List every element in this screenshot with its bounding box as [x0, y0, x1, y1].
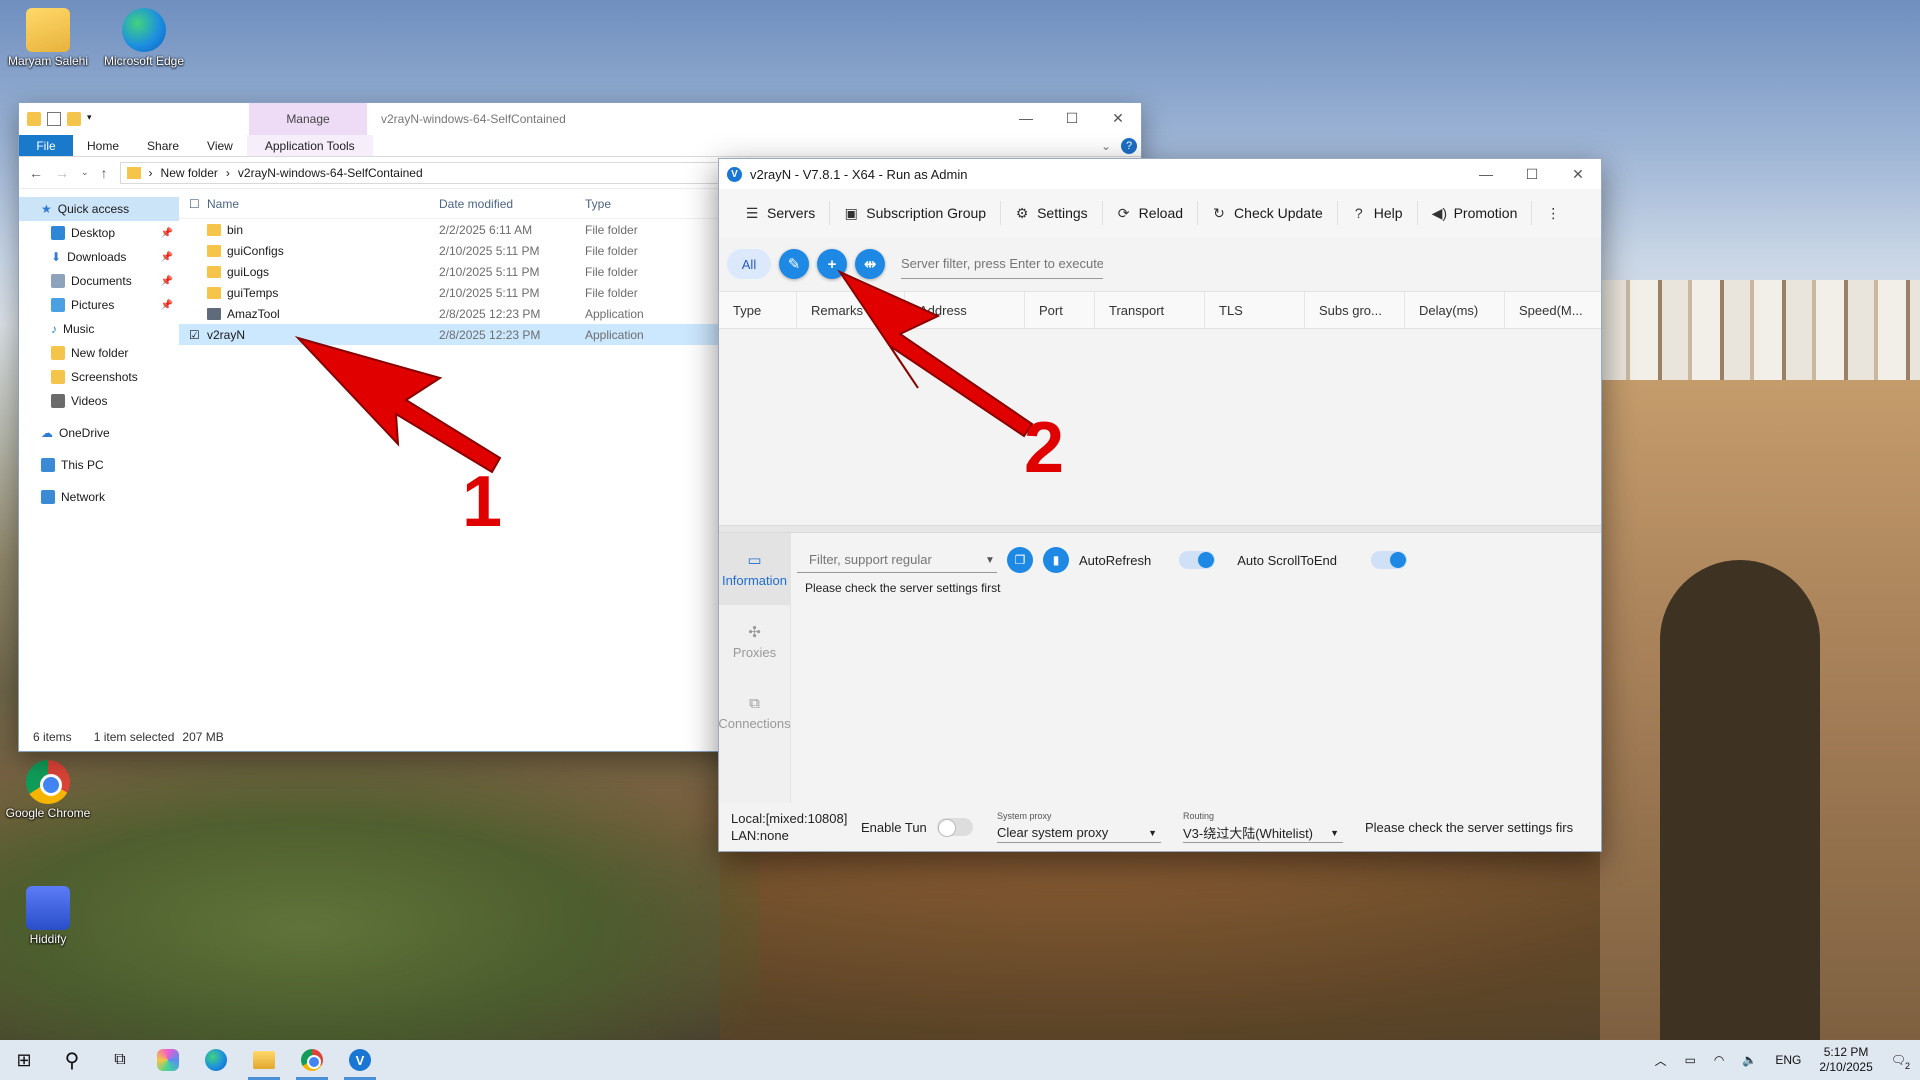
annotation-arrows — [294, 269, 1034, 474]
taskbar-chrome[interactable] — [288, 1040, 336, 1080]
taskbar-copilot[interactable] — [144, 1040, 192, 1080]
taskbar-file-explorer[interactable] — [240, 1040, 288, 1080]
battery-icon[interactable]: ▭ — [1685, 1053, 1696, 1067]
clock-date: 2/10/2025 — [1819, 1060, 1873, 1074]
edge-icon — [205, 1049, 227, 1071]
notification-count: 2 — [1904, 1061, 1910, 1071]
taskbar: ⊞ ⚲ ⧉ V ︿ ▭ ◠ 🔈 ENG 5:12 PM 2/10/2025 🗨 … — [0, 1040, 1920, 1080]
annotation-number-2: 2 — [1024, 408, 1065, 488]
clock[interactable]: 5:12 PM 2/10/2025 — [1819, 1045, 1872, 1075]
windows-logo-icon: ⊞ — [16, 1049, 32, 1070]
arrow-2 — [837, 269, 1034, 438]
task-view-button[interactable]: ⧉ — [96, 1040, 144, 1080]
notification-button[interactable]: 🗨 2 — [1890, 1053, 1910, 1071]
file-explorer-icon — [253, 1051, 275, 1069]
volume-icon[interactable]: 🔈 — [1742, 1053, 1757, 1067]
wifi-icon[interactable]: ◠ — [1714, 1053, 1724, 1067]
task-view-icon: ⧉ — [114, 1051, 126, 1068]
system-tray: ︿ ▭ ◠ 🔈 ENG 5:12 PM 2/10/2025 🗨 2 — [1655, 1045, 1920, 1075]
search-button[interactable]: ⚲ — [48, 1040, 96, 1080]
chevron-up-icon[interactable]: ︿ — [1655, 1052, 1667, 1069]
annotation-number-1: 1 — [462, 462, 503, 542]
clock-time: 5:12 PM — [1823, 1045, 1869, 1059]
start-button[interactable]: ⊞ — [0, 1040, 48, 1080]
language-indicator[interactable]: ENG — [1775, 1053, 1801, 1067]
taskbar-edge[interactable] — [192, 1040, 240, 1080]
copilot-icon — [157, 1049, 179, 1071]
taskbar-v2rayn[interactable]: V — [336, 1040, 384, 1080]
notification-icon: 🗨 — [1890, 1053, 1906, 1067]
v2rayn-icon: V — [349, 1049, 371, 1071]
chrome-icon — [301, 1049, 323, 1071]
arrow-1 — [294, 336, 502, 474]
search-icon: ⚲ — [64, 1049, 80, 1072]
